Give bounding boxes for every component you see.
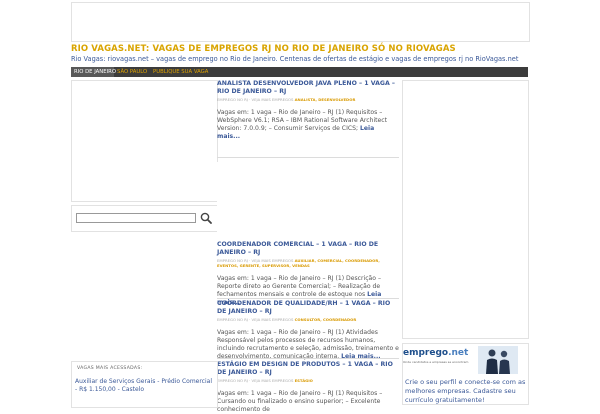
- post-title[interactable]: ANALISTA DESENVOLVEDOR JAVA PLENO – 1 VA…: [217, 80, 399, 96]
- post-title[interactable]: COORDENADOR DE QUALIDADE/RH – 1 VAGA – R…: [217, 300, 399, 316]
- post-divider: [217, 298, 399, 299]
- nav-publique-sua-vaga[interactable]: Publique sua vaga: [153, 67, 208, 77]
- promo-text: Crie o seu perfil e conecte-se com as me…: [405, 378, 526, 404]
- job-post: COORDENADOR DE QUALIDADE/RH – 1 VAGA – R…: [217, 300, 399, 361]
- content-ad-space: [217, 162, 399, 238]
- post-meta: EMPREGO NO RJ · VEJA MAIS EMPREGOS CONSU…: [217, 317, 399, 322]
- post-meta-category[interactable]: EMPREGO NO RJ · VEJA MAIS EMPREGOS: [217, 97, 293, 102]
- post-tags[interactable]: ESTÁGIO: [295, 378, 313, 383]
- job-post: ESTÁGIO EM DESIGN DE PRODUTOS – 1 VAGA –…: [217, 361, 399, 414]
- post-meta-category[interactable]: EMPREGO NO RJ · VEJA MAIS EMPREGOS: [217, 317, 293, 322]
- search-widget: [71, 205, 218, 232]
- logo-suffix-text: .net: [448, 348, 469, 358]
- post-excerpt-text: Vagas em: 1 vaga – Rio de Janeiro – RJ (…: [217, 390, 383, 413]
- left-ad-box: [71, 80, 218, 202]
- nav-sao-paulo[interactable]: São Paulo: [117, 67, 147, 77]
- post-divider: [217, 157, 399, 158]
- search-input[interactable]: [76, 213, 196, 223]
- post-excerpt: Vagas em: 1 vaga – Rio de Janeiro – RJ (…: [217, 390, 399, 414]
- post-meta: EMPREGO NO RJ · VEJA MAIS EMPREGOS AUXIL…: [217, 258, 399, 268]
- post-excerpt: Vagas em: 1 vaga – Rio de Janeiro – RJ (…: [217, 109, 399, 141]
- right-ad-box: [402, 80, 529, 339]
- job-post: ANALISTA DESENVOLVEDOR JAVA PLENO – 1 VA…: [217, 80, 399, 141]
- list-item[interactable]: Auxiliar de Serviços Gerais - Prédio Com…: [75, 378, 215, 394]
- nav-rio-de-janeiro[interactable]: Rio de Janeiro: [71, 67, 116, 77]
- top-banner-ad: [71, 2, 530, 42]
- logo-main-text: emprego: [403, 348, 449, 358]
- most-viewed-title: VAGAS MAIS ACESSADAS:: [77, 366, 143, 371]
- post-tags[interactable]: ANALISTA, DESENVOLVEDOR: [295, 97, 356, 102]
- site-description: Rio Vagas: riovagas.net – vagas de empre…: [71, 55, 519, 63]
- post-excerpt: Vagas em: 1 vaga – Rio de Janeiro – RJ (…: [217, 329, 399, 361]
- post-divider: [217, 358, 399, 359]
- business-people-image: [478, 346, 518, 374]
- most-viewed-jobs: VAGAS MAIS ACESSADAS: Auxiliar de Serviç…: [71, 361, 218, 408]
- post-meta: EMPREGO NO RJ · VEJA MAIS EMPREGOS ESTÁG…: [217, 378, 399, 383]
- emprego-net-promo[interactable]: emprego.net Onde candidatos e empresas s…: [402, 343, 529, 405]
- post-tags[interactable]: CONSULTOR, COORDENADOR: [295, 317, 357, 322]
- post-excerpt-text: Vagas em: 1 vaga – Rio de Janeiro – RJ (…: [217, 275, 381, 298]
- post-title[interactable]: COORDENADOR COMERCIAL – 1 VAGA – RIO DE …: [217, 241, 399, 257]
- post-meta-category[interactable]: EMPREGO NO RJ · VEJA MAIS EMPREGOS: [217, 378, 293, 383]
- post-meta: EMPREGO NO RJ · VEJA MAIS EMPREGOS ANALI…: [217, 97, 399, 102]
- search-icon[interactable]: [200, 212, 212, 224]
- emprego-net-logo: emprego.net: [403, 348, 468, 360]
- site-title[interactable]: RIO VAGAS.NET: VAGAS DE EMPREGOS RJ NO R…: [71, 44, 456, 54]
- promo-tagline: Onde candidatos e empresas se encontram: [403, 360, 469, 364]
- post-title[interactable]: ESTÁGIO EM DESIGN DE PRODUTOS – 1 VAGA –…: [217, 361, 399, 377]
- main-nav: Rio de Janeiro São Paulo Publique sua va…: [71, 67, 528, 77]
